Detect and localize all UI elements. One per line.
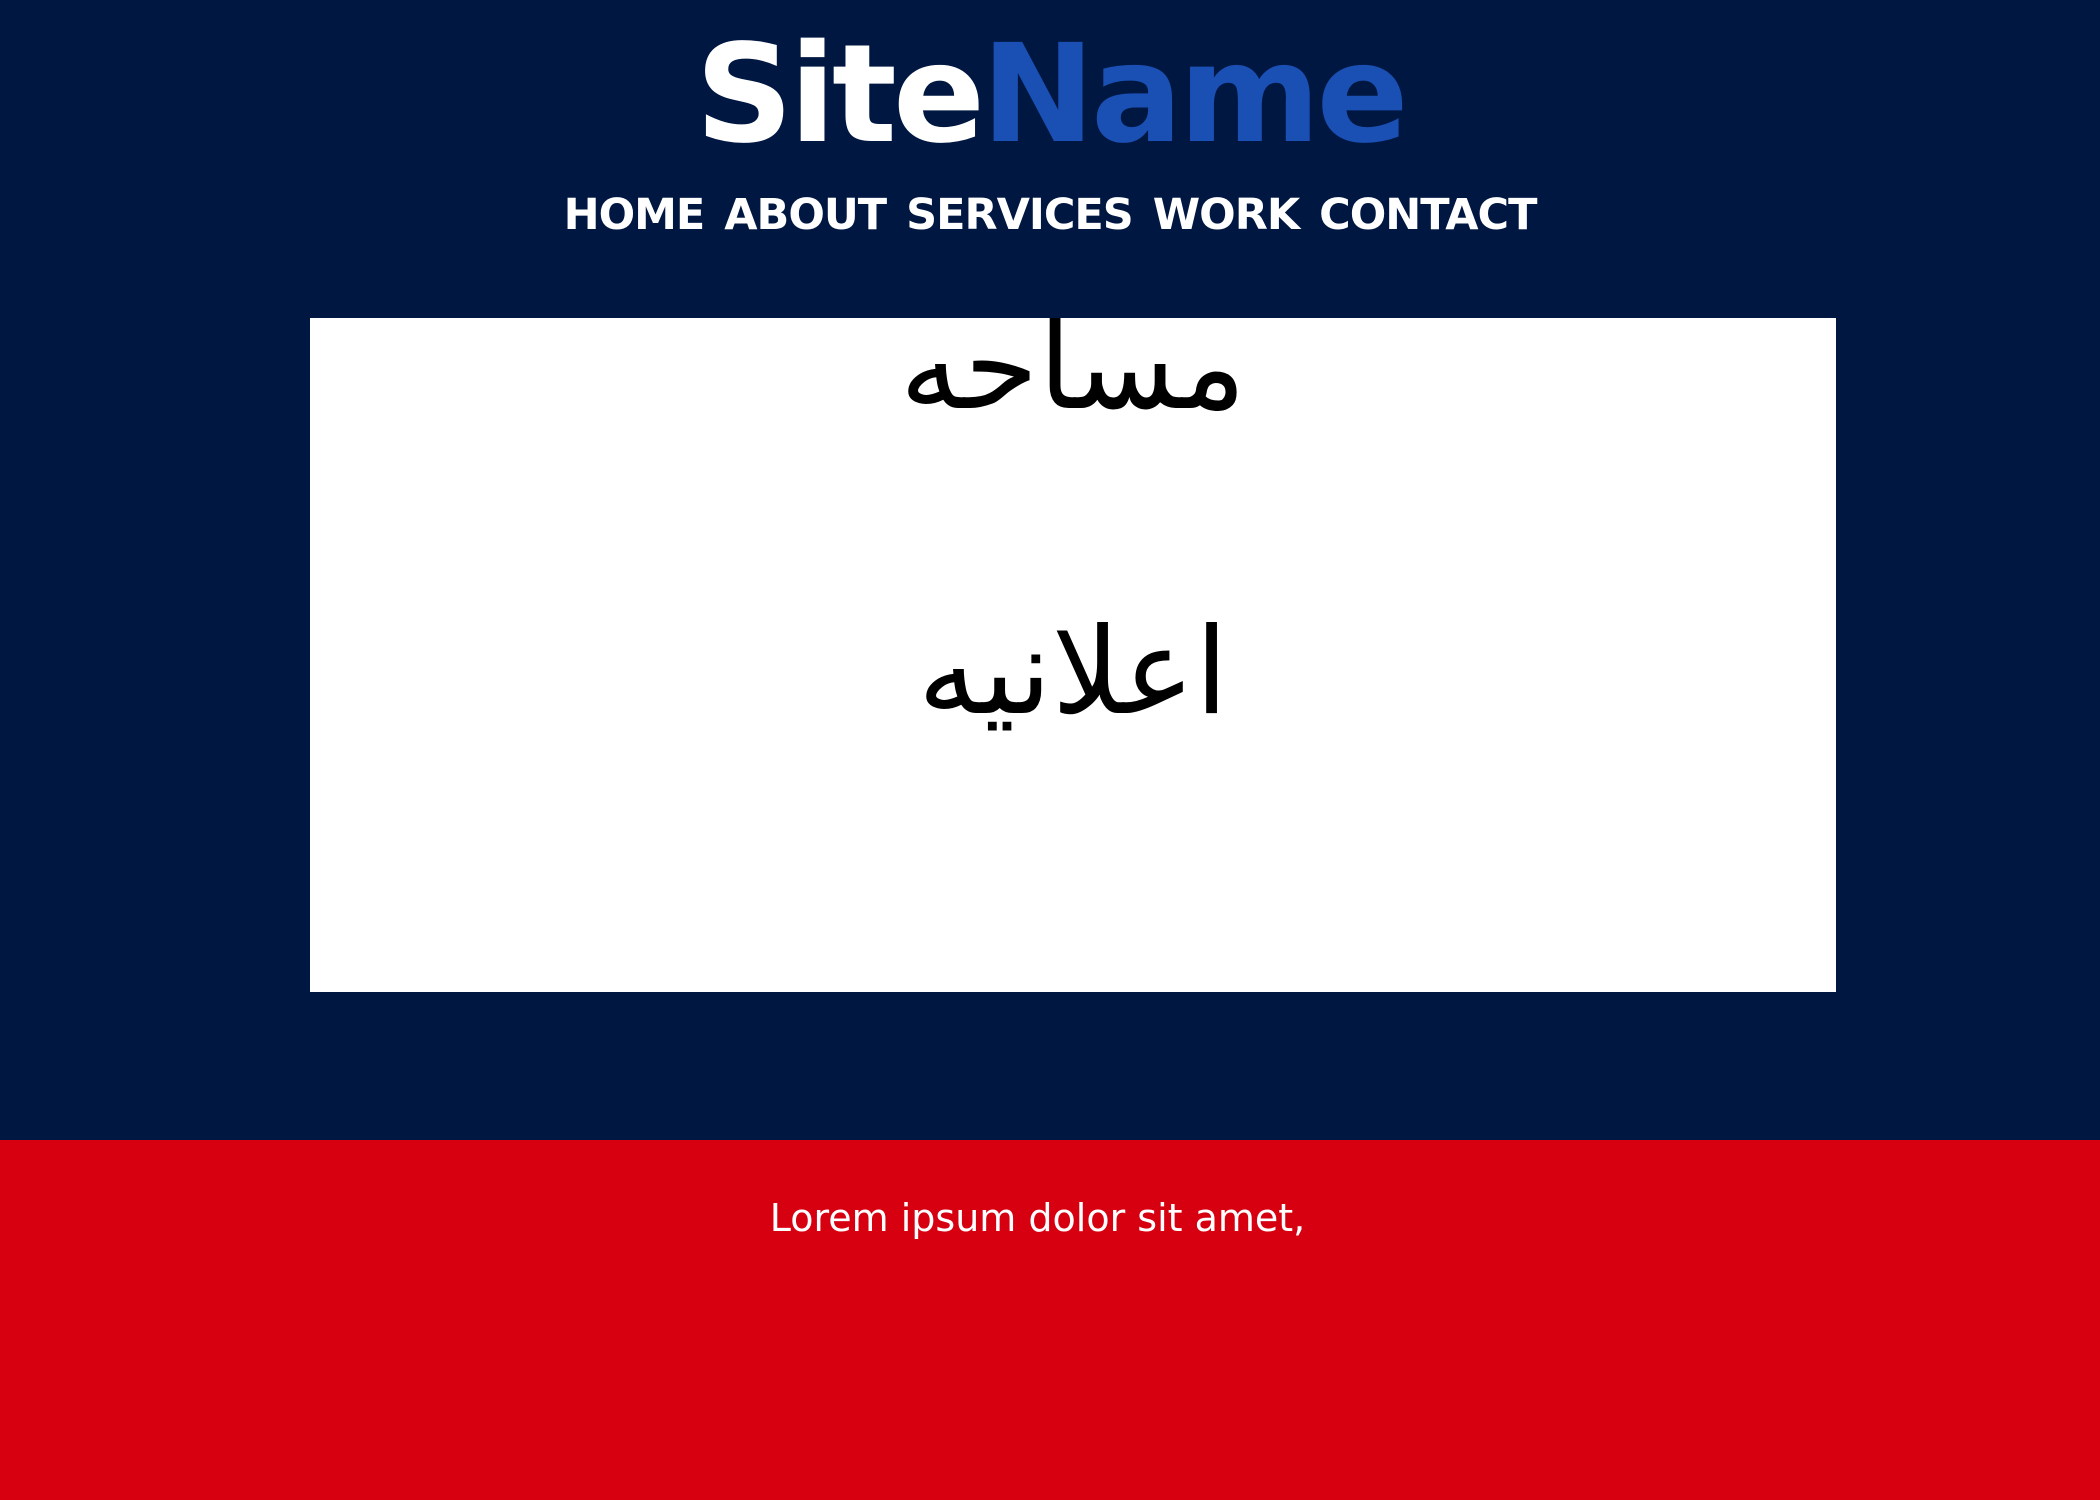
nav-item-contact[interactable]: CONTACT [1319, 190, 1537, 240]
footer-text: Lorem ipsum dolor sit amet, [769, 1196, 1306, 1240]
site-footer: Lorem ipsum dolor sit amet, [0, 1140, 2100, 1500]
nav-item-work[interactable]: WORK [1153, 190, 1300, 240]
ad-space-banner[interactable]: مساحه اعلانيه [310, 318, 1836, 992]
nav-item-about[interactable]: ABOUT [724, 190, 887, 240]
ad-text-line1: مساحه [899, 318, 1247, 437]
main-nav: HOME ABOUT SERVICES WORK CONTACT [0, 185, 2100, 245]
logo-part-name: Name [981, 16, 1409, 174]
ad-text-line2: اعلانيه [917, 603, 1229, 742]
nav-item-services[interactable]: SERVICES [906, 190, 1134, 240]
logo-part-site: Site [695, 16, 985, 174]
site-header: SiteName HOME ABOUT SERVICES WORK CONTAC… [0, 0, 2100, 1140]
site-logo[interactable]: SiteName [0, 10, 2100, 180]
nav-item-home[interactable]: HOME [564, 190, 706, 240]
